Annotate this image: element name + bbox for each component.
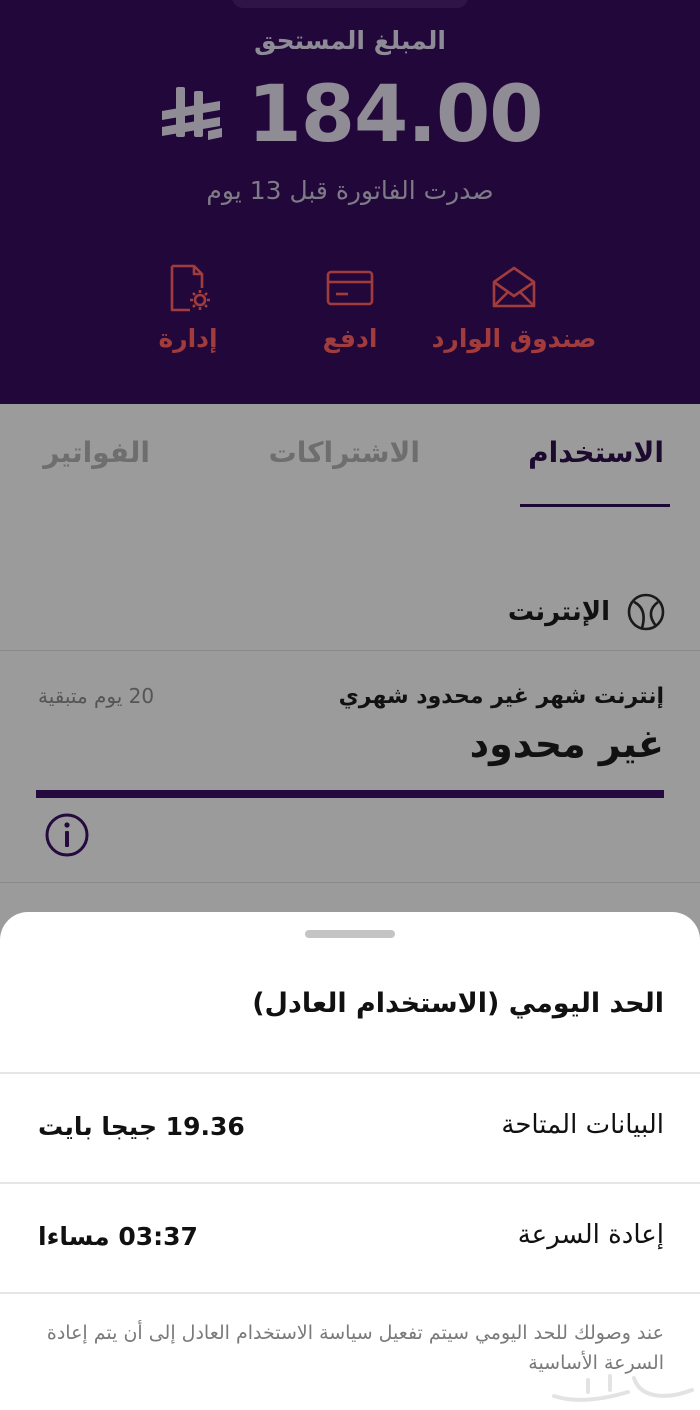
saudi-riyal-icon (161, 87, 222, 140)
plan-name: إنترنت شهر غير محدود شهري (338, 684, 664, 709)
usage-progress-bar (36, 790, 664, 798)
credit-card-icon (326, 270, 374, 306)
amount-due-value: 184.00 (247, 70, 544, 160)
quick-actions: صندوق الوارد ادفع إدارة (0, 262, 700, 372)
inbox-label: صندوق الوارد (431, 324, 597, 353)
sheet-divider (0, 1182, 700, 1184)
fair-usage-sheet: الحد اليومي (الاستخدام العادل) البيانات … (0, 912, 700, 1410)
sheet-drag-handle[interactable] (305, 930, 395, 938)
row-divider (0, 882, 700, 883)
speed-reset-value: 03:37 مساءا (38, 1222, 198, 1251)
amount-due-row: 184.00 (0, 70, 700, 160)
tab-bar: الاستخدام الاشتراكات الفواتير (0, 404, 700, 508)
manage-button[interactable]: إدارة (88, 262, 288, 353)
active-tab-indicator (520, 504, 670, 507)
account-summary-header: المبلغ المستحق 184.00 صدرت الفاتورة قبل … (0, 0, 700, 404)
days-remaining: 20 يوم متبقية (38, 684, 155, 708)
watermark-logo (552, 1374, 694, 1402)
pay-label: ادفع (322, 324, 378, 353)
info-icon[interactable] (44, 812, 90, 858)
amount-due-label: المبلغ المستحق (254, 26, 446, 55)
plan-allowance: غير محدود (469, 722, 664, 766)
sheet-title: الحد اليومي (الاستخدام العادل) (252, 988, 664, 1019)
available-data-value: 19.36 جيجا بايت (38, 1112, 245, 1141)
envelope-icon (492, 266, 536, 308)
speed-reset-label: إعادة السرعة (517, 1220, 664, 1250)
globe-icon (627, 593, 665, 631)
tab-bills[interactable]: الفواتير (43, 436, 150, 469)
tab-subscriptions[interactable]: الاشتراكات (269, 436, 420, 469)
sheet-divider (0, 1072, 700, 1074)
section-title: الإنترنت (507, 597, 610, 627)
tab-usage[interactable]: الاستخدام (528, 436, 664, 469)
sheet-divider (0, 1292, 700, 1294)
bill-issued-text: صدرت الفاتورة قبل 13 يوم (206, 176, 494, 205)
section-divider (0, 650, 700, 651)
top-handle (232, 0, 468, 8)
document-settings-icon (170, 264, 210, 312)
available-data-label: البيانات المتاحة (501, 1110, 664, 1140)
manage-label: إدارة (158, 324, 218, 353)
internet-section-header: الإنترنت (508, 592, 666, 632)
